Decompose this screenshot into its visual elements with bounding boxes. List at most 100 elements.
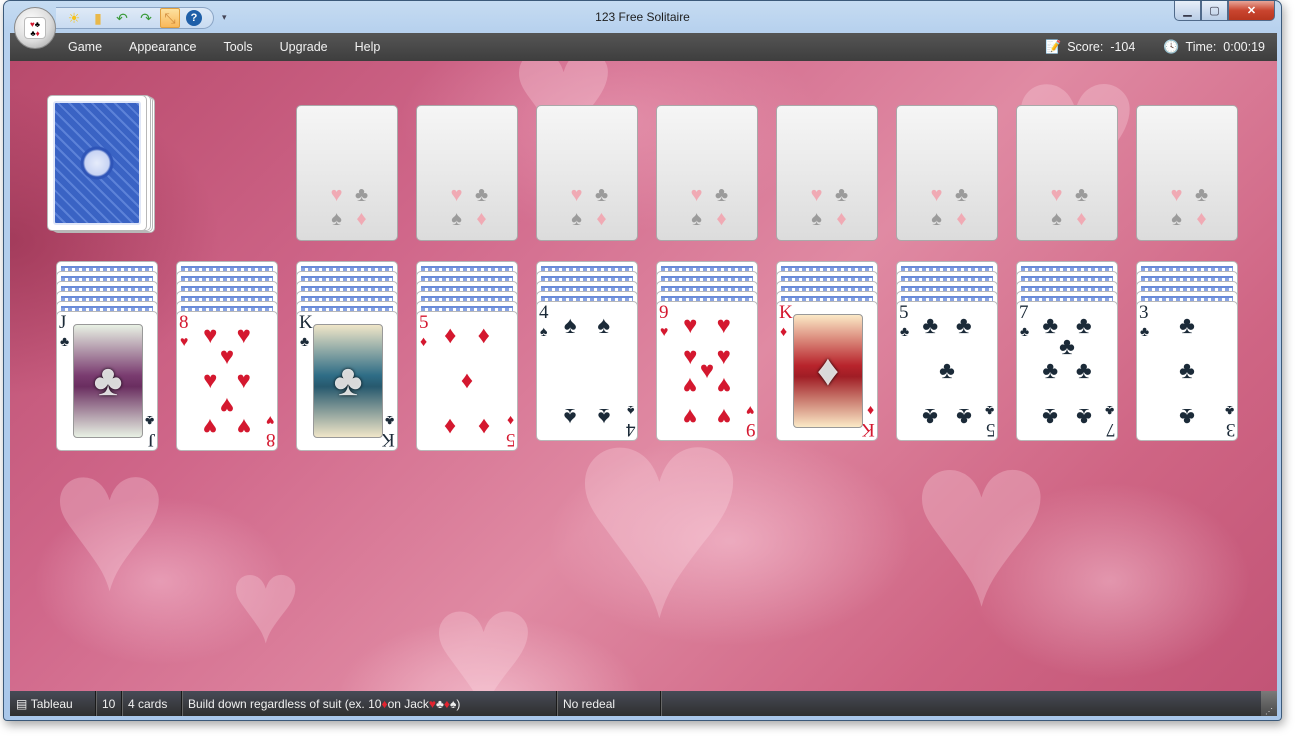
pip-icon: ♥ [716,402,731,430]
app-menu-button[interactable]: ♥♣ ♣♦ [14,7,56,49]
faceup-card[interactable]: 5 ♦ 5 ♦ ♦ ♦ ♦ ♦ ♦ [416,311,518,451]
diamond-icon: ♦ [836,208,847,230]
pip-icon: ♥ [716,342,731,370]
club-icon: ♣ [594,184,609,206]
foundation-slot[interactable]: ♥ ♣ ♠ ♦ [416,105,518,241]
pip-icon: ♥ [236,322,251,350]
close-button[interactable]: ✕ [1228,1,1275,21]
faceup-card[interactable]: 4 ♠ 4 ♠ ♠ ♠ ♠ ♠ [536,301,638,441]
menu-game[interactable]: Game [68,40,102,54]
faceup-card[interactable]: J ♣ J ♣ ♣ [56,311,158,451]
pip-icon: ♣ [955,402,972,430]
court-suit-icon: ♣ [93,356,123,405]
undo-arrow-icon: ↶ [116,9,128,26]
card-pips: ♥ ♥ ♥ ♥ ♥ ♥ ♥ ♥ ♥ [677,312,737,430]
card-suit-icon: ♣ [1140,323,1150,339]
pip-icon: ♣ [1075,357,1092,384]
foundation-suits: ♥ ♣ ♠ ♦ [564,183,614,231]
faceup-card[interactable]: 5 ♣ 5 ♣ ♣ ♣ ♣ ♣ ♣ [896,301,998,441]
foundation-slot[interactable]: ♥ ♣ ♠ ♦ [776,105,878,241]
foundation-slot[interactable]: ♥ ♣ ♠ ♦ [656,105,758,241]
clock-icon: 🕓 [1163,39,1180,54]
game-board: ♥ ♥ ♥ ♥ ♥ ♥ ♥ ♥ ♣ ♠ ♦ ♥ ♣ ♠ ♦ ♥ ♣ ♠ ♦ ♥ ♣ ♠ ♦ ♥ ♣ ♠ ♦ ♥ ♣ ♠ ♦ ♥ ♣… [10,61,1277,691]
card-rank-inverted: 5 [985,419,996,440]
status-card-count: 4 cards [122,691,182,716]
redo-button[interactable]: ↷ [136,8,156,28]
status-redeal: No redeal [557,691,661,716]
club-icon: ♣ [954,184,969,206]
card-rank: J [59,312,67,333]
diamond-icon: ♦ [476,208,487,230]
card-rank: 5 [899,302,909,323]
foundation-slot[interactable]: ♥ ♣ ♠ ♦ [896,105,998,241]
card-suit-icon: ♣ [1020,323,1030,339]
foundation-suits: ♥ ♣ ♠ ♦ [924,183,974,231]
help-button[interactable]: ? [184,8,204,28]
pip-icon: ♥ [236,412,251,440]
club-icon: ♣ [834,184,849,206]
stock-card-top[interactable] [47,95,147,231]
background-heart: ♥ [430,550,537,692]
club-icon: ♣ [1074,184,1089,206]
card-pips: ♣ ♣ ♣ ♣ ♣ ♣ ♣ [1037,312,1097,430]
diamond-icon: ♦ [596,208,607,230]
time-label: Time: [1185,40,1217,54]
card-suit-icon: ♥ [660,323,669,339]
faceup-card[interactable]: 3 ♣ 3 ♣ ♣ ♣ ♣ [1136,301,1238,441]
customize-toolbar-button[interactable]: ▾ [222,12,227,23]
faceup-card[interactable]: K ♣ K ♣ ♣ [296,311,398,451]
diamond-icon: ♦ [716,208,727,230]
menu-help[interactable]: Help [355,40,381,54]
background-heart: ♥ [50,409,169,632]
resize-grip[interactable]: ⋰ [1261,691,1277,716]
card-pips: ♣ ♣ ♣ [1157,312,1217,430]
pip-icon: ♠ [597,402,611,430]
open-button[interactable]: ▮ [88,8,108,28]
foundation-slot[interactable]: ♥ ♣ ♠ ♦ [296,105,398,241]
spade-icon: ♠ [931,208,942,230]
card-suit-icon: ♠ [540,323,548,339]
faceup-card[interactable]: 8 ♥ 8 ♥ ♥ ♥ ♥ ♥ ♥ ♥ ♥ ♥ [176,311,278,451]
new-game-button[interactable]: ☀ [64,8,84,28]
diamond-icon: ♦ [356,208,367,230]
card-suit-icon: ♣ [144,413,154,429]
rule-suffix: ) [456,696,461,711]
faceup-card[interactable]: K ♦ K ♦ ♦ [776,301,878,441]
heart-icon: ♥ [428,696,437,711]
menu-upgrade[interactable]: Upgrade [280,40,328,54]
undo-button[interactable]: ↶ [112,8,132,28]
menu-tools[interactable]: Tools [223,40,252,54]
pip-icon: ♣ [1179,357,1195,384]
club-icon: ♣ [474,184,489,206]
foundation-slot[interactable]: ♥ ♣ ♠ ♦ [1016,105,1118,241]
card-rank: 9 [659,302,669,323]
card-pips: ♦ ♦ ♦ ♦ ♦ [437,322,497,440]
status-rule: Build down regardless of suit (ex. 10 ♦ … [182,691,557,716]
foundation-slot[interactable]: ♥ ♣ ♠ ♦ [1136,105,1238,241]
card-rank-inverted: 7 [1105,419,1116,440]
card-suit-icon: ♦ [506,413,514,429]
court-suit-icon: ♦ [816,346,840,395]
menu-appearance[interactable]: Appearance [129,40,196,54]
court-suit-icon: ♣ [333,356,363,405]
pip-icon: ♥ [716,312,731,340]
minimize-button[interactable]: ▁ [1174,1,1201,21]
pip-icon: ♥ [716,372,731,400]
foundation-suits: ♥ ♣ ♠ ♦ [444,183,494,231]
faceup-card[interactable]: 7 ♣ 7 ♣ ♣ ♣ ♣ ♣ ♣ ♣ ♣ [1016,301,1118,441]
menu-bar: Game Appearance Tools Upgrade Help 📝 Score: … [10,33,1277,61]
card-rank: 8 [179,312,189,333]
quick-access-toolbar: ☀ ▮ ↶ ↷ ⤡? [56,7,214,29]
card-rank: 4 [539,302,549,323]
faceup-card[interactable]: 9 ♥ 9 ♥ ♥ ♥ ♥ ♥ ♥ ♥ ♥ ♥ ♥ [656,301,758,441]
hint-button[interactable]: ⤡ [160,8,180,28]
status-bar: ▤ Tableau 10 4 cards Build down regardle… [10,691,1277,716]
redo-arrow-icon: ↷ [140,9,152,26]
maximize-button[interactable]: ▢ [1201,1,1228,21]
score-label: Score: [1067,40,1104,54]
card-back-pattern [53,101,141,225]
card-suit-icon: ♣ [384,413,394,429]
score-value: -104 [1110,40,1136,54]
foundation-slot[interactable]: ♥ ♣ ♠ ♦ [536,105,638,241]
pip-icon: ♣ [1042,357,1059,384]
